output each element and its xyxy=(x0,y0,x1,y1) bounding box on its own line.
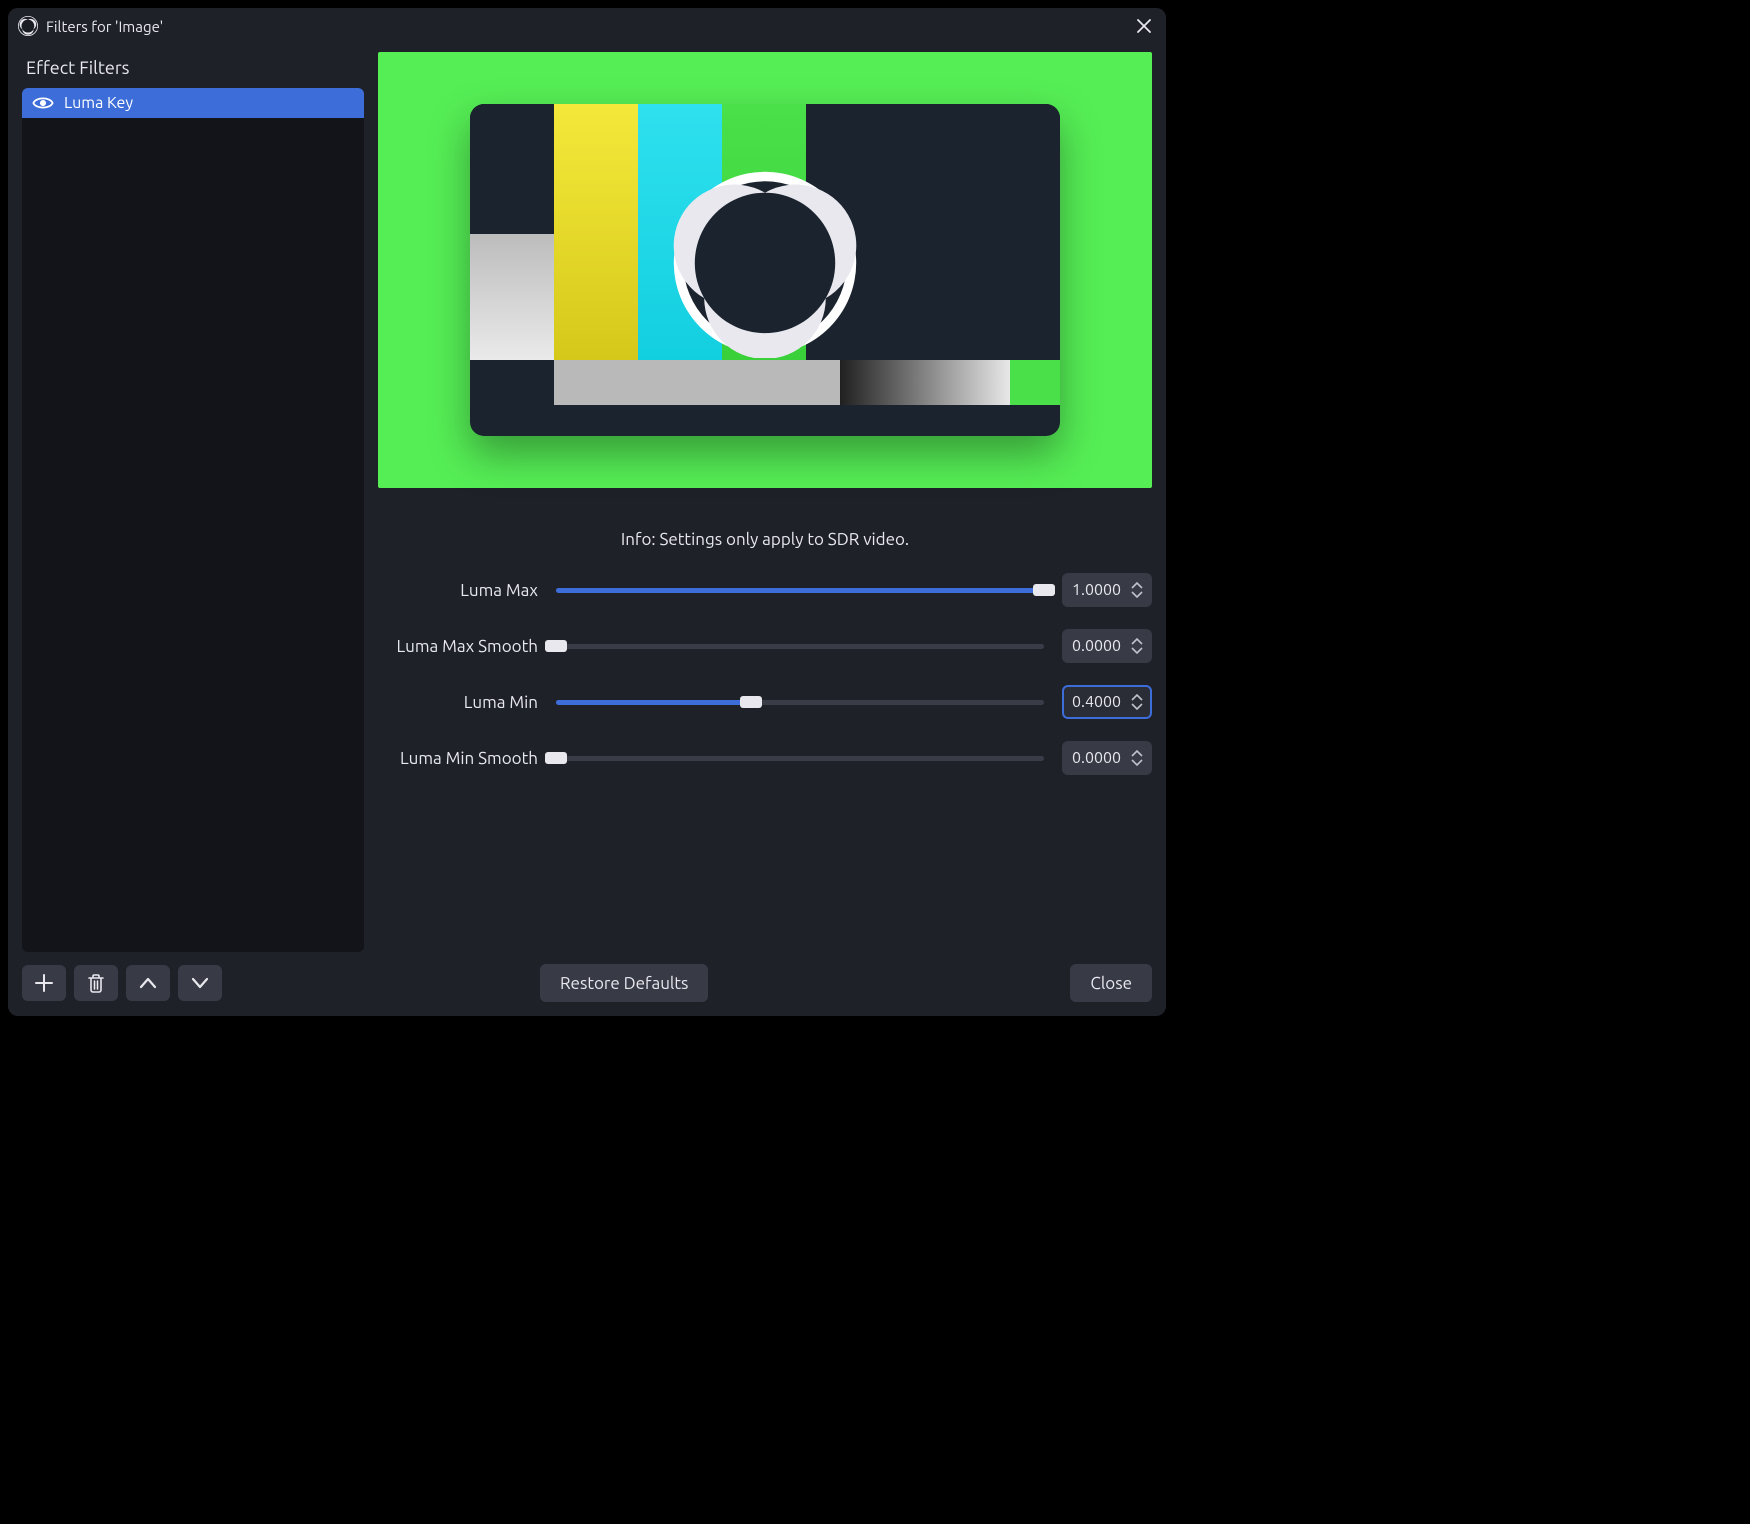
remove-filter-button[interactable] xyxy=(74,965,118,1001)
luma-max-spinbox[interactable]: 1.0000 xyxy=(1062,573,1152,607)
chevron-down-icon xyxy=(191,977,209,989)
effect-filters-panel: Effect Filters Luma Key xyxy=(22,52,364,952)
luma-max-smooth-spinbox[interactable]: 0.0000 xyxy=(1062,629,1152,663)
preview-content xyxy=(470,104,1060,436)
visibility-toggle-icon[interactable] xyxy=(32,96,54,110)
luma-max-row: Luma Max 1.0000 xyxy=(378,573,1152,607)
spin-arrows-icon[interactable] xyxy=(1131,743,1145,773)
luma-max-smooth-label: Luma Max Smooth xyxy=(378,637,538,656)
luma-max-label: Luma Max xyxy=(378,581,538,600)
luma-min-smooth-spinbox[interactable]: 0.0000 xyxy=(1062,741,1152,775)
luma-key-controls: Luma Max 1.0000 Luma Max Smooth xyxy=(378,567,1152,775)
effect-filters-heading: Effect Filters xyxy=(22,52,364,88)
window-title: Filters for 'Image' xyxy=(46,18,163,35)
luma-max-smooth-row: Luma Max Smooth 0.0000 xyxy=(378,629,1152,663)
titlebar: Filters for 'Image' xyxy=(8,8,1166,44)
move-filter-up-button[interactable] xyxy=(126,965,170,1001)
luma-min-row: Luma Min 0.4000 xyxy=(378,685,1152,719)
spin-arrows-icon[interactable] xyxy=(1131,687,1145,717)
restore-defaults-button[interactable]: Restore Defaults xyxy=(540,964,708,1002)
luma-min-spinbox[interactable]: 0.4000 xyxy=(1062,685,1152,719)
luma-min-smooth-slider[interactable] xyxy=(556,748,1044,768)
filter-list[interactable]: Luma Key xyxy=(22,88,364,952)
filter-item-label: Luma Key xyxy=(64,94,133,112)
plus-icon xyxy=(35,974,53,992)
luma-min-smooth-row: Luma Min Smooth 0.0000 xyxy=(378,741,1152,775)
filter-item-luma-key[interactable]: Luma Key xyxy=(22,88,364,118)
filter-preview xyxy=(378,52,1152,488)
luma-min-label: Luma Min xyxy=(378,693,538,712)
move-filter-down-button[interactable] xyxy=(178,965,222,1001)
luma-max-slider[interactable] xyxy=(556,580,1044,600)
close-button[interactable]: Close xyxy=(1070,964,1152,1002)
chevron-up-icon xyxy=(139,977,157,989)
add-filter-button[interactable] xyxy=(22,965,66,1001)
luma-min-slider[interactable] xyxy=(556,692,1044,712)
trash-icon xyxy=(87,973,105,993)
obs-app-icon xyxy=(18,16,38,36)
window-close-button[interactable] xyxy=(1132,14,1156,38)
luma-max-smooth-slider[interactable] xyxy=(556,636,1044,656)
dialog-footer: Restore Defaults Close xyxy=(8,960,1166,1016)
luma-min-smooth-label: Luma Min Smooth xyxy=(378,749,538,768)
obs-logo-icon xyxy=(670,168,860,358)
spin-arrows-icon[interactable] xyxy=(1131,631,1145,661)
filter-settings-panel: Info: Settings only apply to SDR video. … xyxy=(378,52,1152,952)
filters-dialog: Filters for 'Image' Effect Filters Luma … xyxy=(8,8,1166,1016)
spin-arrows-icon[interactable] xyxy=(1131,575,1145,605)
sdr-info-text: Info: Settings only apply to SDR video. xyxy=(378,506,1152,549)
